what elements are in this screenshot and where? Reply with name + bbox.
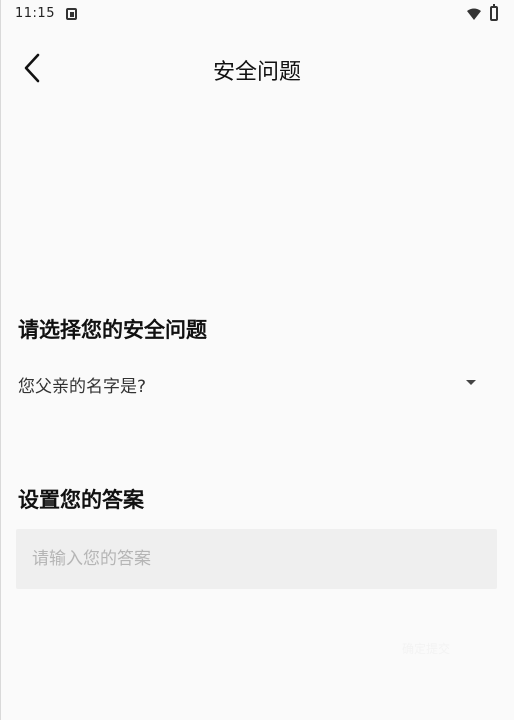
status-time: 11:15: [15, 6, 55, 21]
page-title: 安全问题: [212, 60, 301, 85]
security-question-select[interactable]: 您父亲的名字是?: [18, 364, 488, 404]
status-bar: 11:15: [0, 0, 514, 30]
selected-question: 您父亲的名字是?: [18, 377, 147, 397]
caret-down-icon: [466, 380, 476, 385]
wifi-icon: [467, 8, 481, 20]
security-question-screen: 11:15 安全问题 请选择您的安全问题 您父亲的名字是? 设置您的答案 确定提…: [0, 0, 514, 720]
left-edge-divider: [0, 0, 1, 720]
header-bar: 安全问题: [0, 40, 514, 96]
answer-input[interactable]: [16, 529, 497, 589]
question-section-title: 请选择您的安全问题: [18, 318, 207, 342]
answer-field-container: [16, 529, 497, 589]
answer-section-title: 设置您的答案: [18, 488, 144, 512]
battery-icon: [490, 4, 498, 21]
submit-button[interactable]: 确定提交: [384, 636, 468, 660]
notification-icon: [66, 8, 77, 20]
